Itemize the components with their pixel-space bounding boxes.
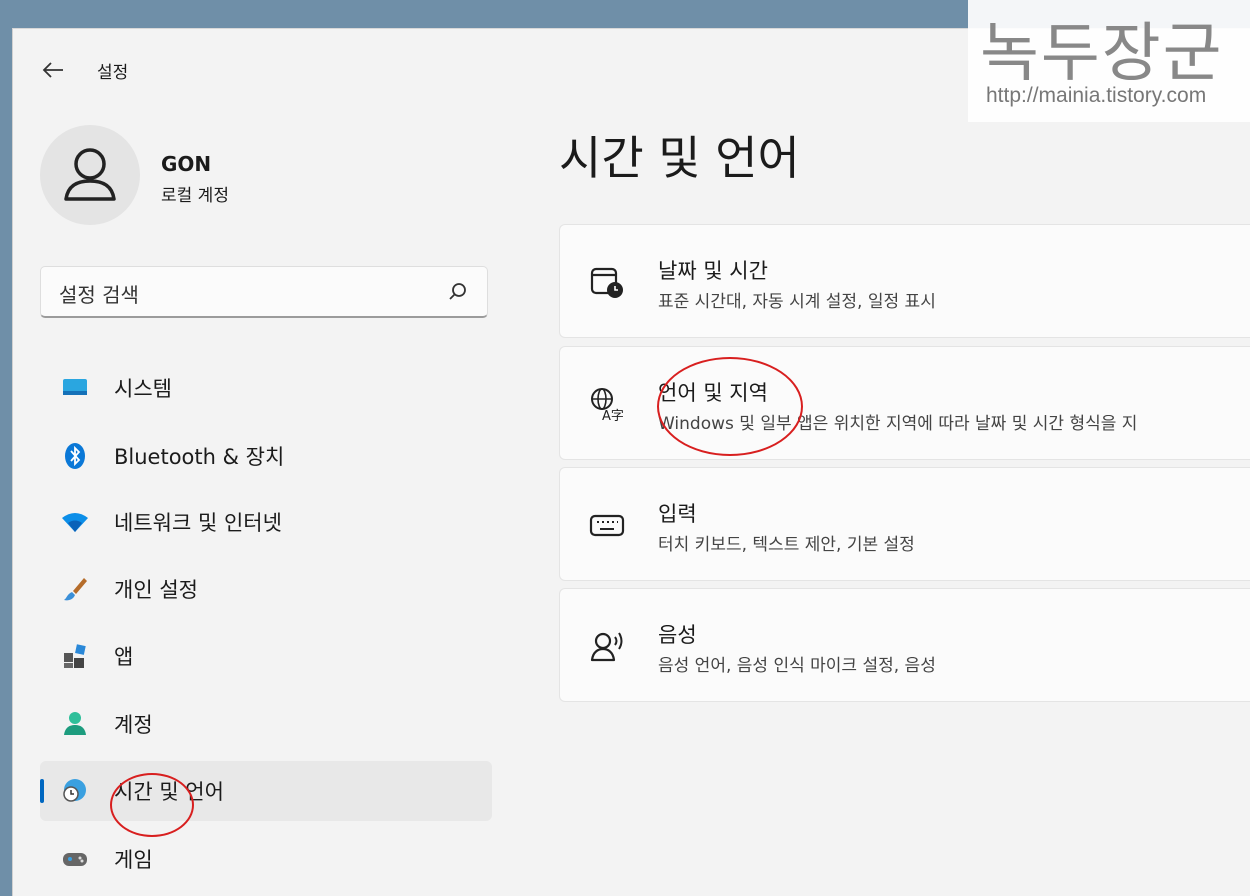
card-title: 음성: [658, 623, 697, 647]
sidebar-item-label: 개인 설정: [114, 578, 198, 602]
sidebar-item-time-language[interactable]: 시간 및 언어: [40, 761, 492, 821]
selection-indicator: [40, 779, 44, 803]
settings-window: 설정 GON 로컬 계정 설정 검색 시스템 Bluetooth & 장치 네트…: [12, 28, 1250, 896]
sidebar-item-bluetooth[interactable]: Bluetooth & 장치: [40, 426, 492, 486]
globe-clock-icon: [63, 779, 86, 802]
page-title: 시간 및 언어: [559, 131, 800, 185]
date-time-card[interactable]: 날짜 및 시간 표준 시간대, 자동 시계 설정, 일정 표시: [559, 224, 1250, 338]
apps-icon: [64, 644, 86, 668]
system-icon: [63, 379, 87, 395]
avatar[interactable]: [40, 125, 140, 225]
back-arrow-icon[interactable]: [39, 59, 67, 81]
calendar-clock-icon: [590, 267, 623, 298]
typing-card[interactable]: 입력 터치 키보드, 텍스트 제안, 기본 설정: [559, 467, 1250, 581]
wifi-icon: [62, 513, 88, 532]
watermark: 녹두장군 http://mainia.tistory.com: [968, 0, 1250, 122]
card-description: 음성 언어, 음성 인식 마이크 설정, 음성: [658, 656, 936, 676]
gamepad-icon: [63, 853, 87, 866]
annotation-circle: [657, 357, 803, 456]
watermark-url: http://mainia.tistory.com: [986, 84, 1207, 107]
user-name: GON: [161, 152, 212, 176]
sidebar-item-label: 계정: [114, 713, 153, 737]
search-icon[interactable]: [447, 281, 469, 303]
sidebar-item-network[interactable]: 네트워크 및 인터넷: [40, 492, 492, 552]
sidebar-item-personalization[interactable]: 개인 설정: [40, 559, 492, 619]
speech-icon: [590, 632, 623, 662]
sidebar-item-accounts[interactable]: 계정: [40, 694, 492, 754]
card-description: 표준 시간대, 자동 시계 설정, 일정 표시: [658, 292, 936, 312]
keyboard-icon: [589, 514, 625, 537]
sidebar-item-label: 네트워크 및 인터넷: [114, 511, 282, 535]
sidebar-item-label: 앱: [114, 645, 134, 669]
sidebar-item-apps[interactable]: 앱: [40, 626, 492, 686]
sidebar-item-gaming[interactable]: 게임: [40, 829, 492, 889]
search-box[interactable]: 설정 검색: [40, 266, 488, 318]
bluetooth-icon: [65, 443, 85, 469]
window-title: 설정: [97, 63, 129, 83]
person-outline-icon: [64, 148, 116, 201]
annotation-circle: [110, 773, 194, 837]
sidebar-item-label: 게임: [114, 848, 153, 872]
brush-icon: [64, 578, 87, 601]
sidebar-item-system[interactable]: 시스템: [40, 358, 492, 418]
search-input[interactable]: 설정 검색: [59, 279, 139, 308]
speech-card[interactable]: 음성 음성 언어, 음성 인식 마이크 설정, 음성: [559, 588, 1250, 702]
watermark-title: 녹두장군: [980, 17, 1224, 91]
person-icon: [64, 712, 86, 735]
svg-text:A字: A字: [602, 409, 624, 423]
sidebar-item-label: 시스템: [114, 377, 172, 401]
account-type: 로컬 계정: [161, 186, 229, 206]
language-icon: A字: [591, 388, 624, 423]
card-title: 날짜 및 시간: [658, 259, 768, 283]
sidebar-item-label: Bluetooth & 장치: [114, 445, 285, 469]
card-description: 터치 키보드, 텍스트 제안, 기본 설정: [658, 535, 915, 555]
card-title: 입력: [658, 502, 697, 526]
